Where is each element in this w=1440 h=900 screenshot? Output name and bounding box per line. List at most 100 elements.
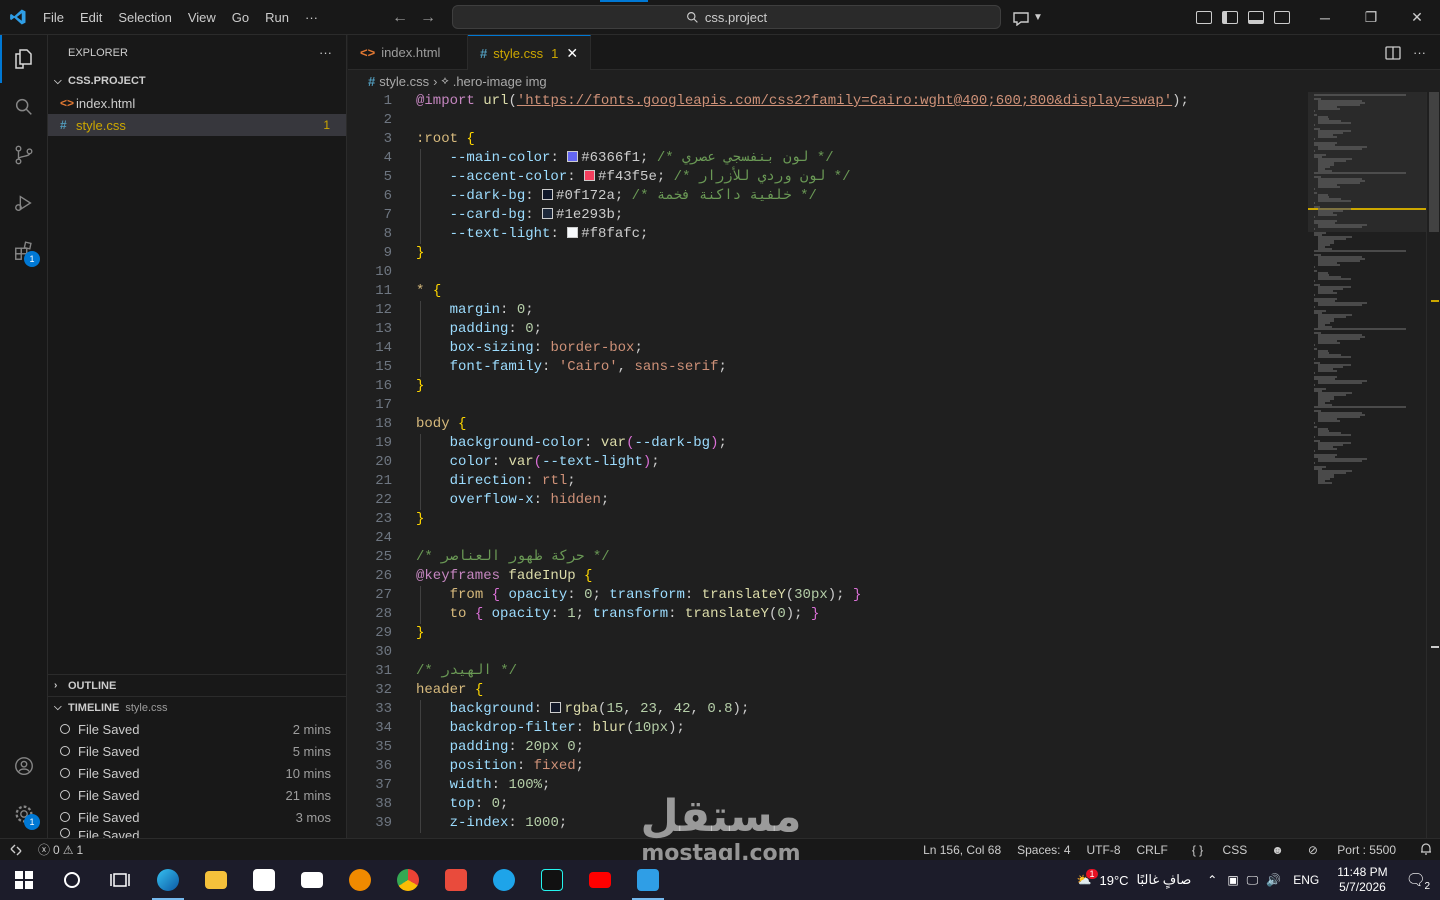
split-editor-icon[interactable] — [1385, 45, 1401, 60]
gear-icon[interactable]: 1 — [0, 790, 48, 838]
youtube-icon[interactable] — [576, 860, 624, 900]
code-line: width: 100%; — [449, 777, 551, 793]
account-icon[interactable] — [0, 742, 48, 790]
run-debug-icon[interactable] — [0, 179, 48, 227]
indentation[interactable]: Spaces: 4 — [1009, 843, 1078, 857]
menu-selection[interactable]: Selection — [110, 0, 179, 35]
color-swatch[interactable] — [567, 227, 579, 238]
minimap-line — [1318, 482, 1332, 484]
edge-browser-icon[interactable] — [144, 860, 192, 900]
end-of-line[interactable]: CRLF — [1129, 843, 1176, 857]
vertical-scrollbar[interactable] — [1426, 92, 1440, 838]
code-line: --main-color: #6366f1; /* لون بنفسجي عصر… — [449, 150, 834, 166]
minimap-line — [1318, 200, 1351, 202]
live-server-port[interactable]: ⊘ Port : 5500 — [1292, 843, 1412, 857]
color-swatch[interactable] — [542, 189, 554, 200]
snipping-tool-icon[interactable] — [432, 860, 480, 900]
task-view-icon[interactable] — [96, 860, 144, 900]
volume-icon[interactable]: 🔊 — [1262, 873, 1285, 887]
watermark-arabic: مستقل — [640, 791, 802, 842]
copilot-status-icon[interactable]: ☻ — [1263, 843, 1292, 857]
chrome-icon[interactable] — [384, 860, 432, 900]
minimize-icon[interactable]: ─ — [1302, 0, 1348, 35]
microsoft-store-icon[interactable] — [240, 860, 288, 900]
file-index-html[interactable]: <> index.html — [48, 92, 346, 114]
toggle-secondary-sidebar-icon[interactable] — [1274, 11, 1290, 24]
timeline-item[interactable]: File Saved 2 mins — [48, 718, 347, 740]
forward-arrow-icon[interactable]: → — [420, 9, 436, 27]
app-icon[interactable] — [480, 860, 528, 900]
language-mode[interactable]: { } CSS — [1176, 843, 1263, 857]
explorer-icon[interactable] — [0, 35, 48, 83]
menu-view[interactable]: View — [180, 0, 224, 35]
search-icon[interactable] — [0, 83, 48, 131]
cursor-position[interactable]: Ln 156, Col 68 — [915, 843, 1009, 857]
color-swatch[interactable] — [542, 208, 554, 219]
menu-edit[interactable]: Edit — [72, 0, 110, 35]
language-indicator[interactable]: ENG — [1285, 873, 1327, 887]
mail-icon[interactable] — [288, 860, 336, 900]
back-arrow-icon[interactable]: ← — [392, 9, 408, 27]
project-folder[interactable]: ⌵ CSS.PROJECT — [48, 70, 346, 92]
bell-icon[interactable] — [1412, 842, 1440, 858]
weather-desc[interactable]: صافٍ غالبًا — [1133, 872, 1202, 888]
clock[interactable]: 11:48 PM 5/7/2026 — [1327, 865, 1397, 895]
outline-section[interactable]: › OUTLINE — [48, 674, 347, 696]
copilot-icon[interactable]: ▼ — [1012, 0, 1043, 35]
minimap-line — [1314, 294, 1315, 296]
menu-file[interactable]: File — [35, 0, 72, 35]
restore-icon[interactable]: ❐ — [1348, 0, 1394, 35]
color-swatch[interactable] — [550, 702, 562, 713]
file-style-css[interactable]: # style.css 1 — [48, 114, 346, 136]
menu-go[interactable]: Go — [224, 0, 257, 35]
code-line: --dark-bg: #0f172a; /* خلفية داكنة فخمة … — [449, 188, 817, 204]
explorer-more-icon[interactable]: ··· — [319, 45, 332, 60]
close-icon[interactable]: ✕ — [566, 45, 578, 62]
extensions-icon[interactable]: 1 — [0, 227, 48, 275]
file-explorer-icon[interactable] — [192, 860, 240, 900]
breadcrumb-file[interactable]: style.css — [379, 74, 429, 89]
menu-run[interactable]: Run — [257, 0, 297, 35]
network-icon[interactable]: 🖵 — [1243, 873, 1263, 888]
menu-more[interactable]: ··· — [297, 0, 326, 35]
code-line: margin: 0; — [449, 302, 534, 318]
encoding[interactable]: UTF-8 — [1079, 843, 1129, 857]
tiktok-icon[interactable] — [528, 860, 576, 900]
breadcrumb-symbol[interactable]: .hero-image img — [453, 74, 547, 89]
minimap[interactable] — [1308, 92, 1426, 838]
layout-sidebar-left-icon[interactable] — [1222, 11, 1238, 24]
weather-temp[interactable]: 19°C — [1096, 873, 1133, 888]
timeline-item[interactable]: File Saved 21 mins — [48, 784, 347, 806]
vlc-icon[interactable] — [336, 860, 384, 900]
color-swatch[interactable] — [567, 151, 579, 162]
command-center[interactable]: css.project — [452, 5, 1001, 29]
minimap-line — [1314, 450, 1315, 452]
close-window-icon[interactable]: ✕ — [1394, 0, 1440, 35]
scrollbar-thumb[interactable] — [1429, 92, 1439, 232]
weather-icon[interactable]: ⛅ 1 — [1073, 869, 1098, 887]
chevron-up-icon[interactable]: ⌃ — [1201, 873, 1223, 887]
minimap-line — [1314, 436, 1315, 438]
timeline-item[interactable]: File Saved 5 mins — [48, 740, 347, 762]
remote-icon[interactable] — [0, 839, 32, 861]
code-editor[interactable]: 1 @import url('https://fonts.googleapis.c… — [348, 92, 1308, 838]
toggle-panel-icon[interactable] — [1248, 11, 1264, 24]
vscode-taskbar-icon[interactable] — [624, 860, 672, 900]
windows-start-icon[interactable] — [0, 860, 48, 900]
tab-index-html[interactable]: <> index.html — [348, 35, 468, 70]
notification-icon[interactable]: 🗨 2 — [1398, 870, 1440, 892]
search-circle-icon[interactable] — [48, 860, 96, 900]
timeline-item[interactable]: File Saved 3 mos — [48, 806, 347, 828]
chevron-down-icon[interactable]: ▼ — [1033, 12, 1043, 23]
timeline-item[interactable]: File Saved 10 mins — [48, 762, 347, 784]
problems-status[interactable]: ⓧ 0 ⚠ 1 — [32, 841, 89, 858]
minimap-line — [1318, 448, 1337, 450]
timeline-section[interactable]: ⌵ TIMELINE style.css — [48, 696, 347, 718]
code-line: @import url('https://fonts.googleapis.co… — [416, 93, 1189, 109]
toggle-sidebar-icon[interactable] — [1196, 11, 1212, 24]
more-actions-icon[interactable]: ··· — [1413, 45, 1426, 60]
tab-style-css[interactable]: # style.css 1 ✕ — [468, 35, 592, 70]
color-swatch[interactable] — [584, 170, 596, 181]
meet-icon[interactable]: ▣ — [1223, 873, 1242, 887]
source-control-icon[interactable] — [0, 131, 48, 179]
